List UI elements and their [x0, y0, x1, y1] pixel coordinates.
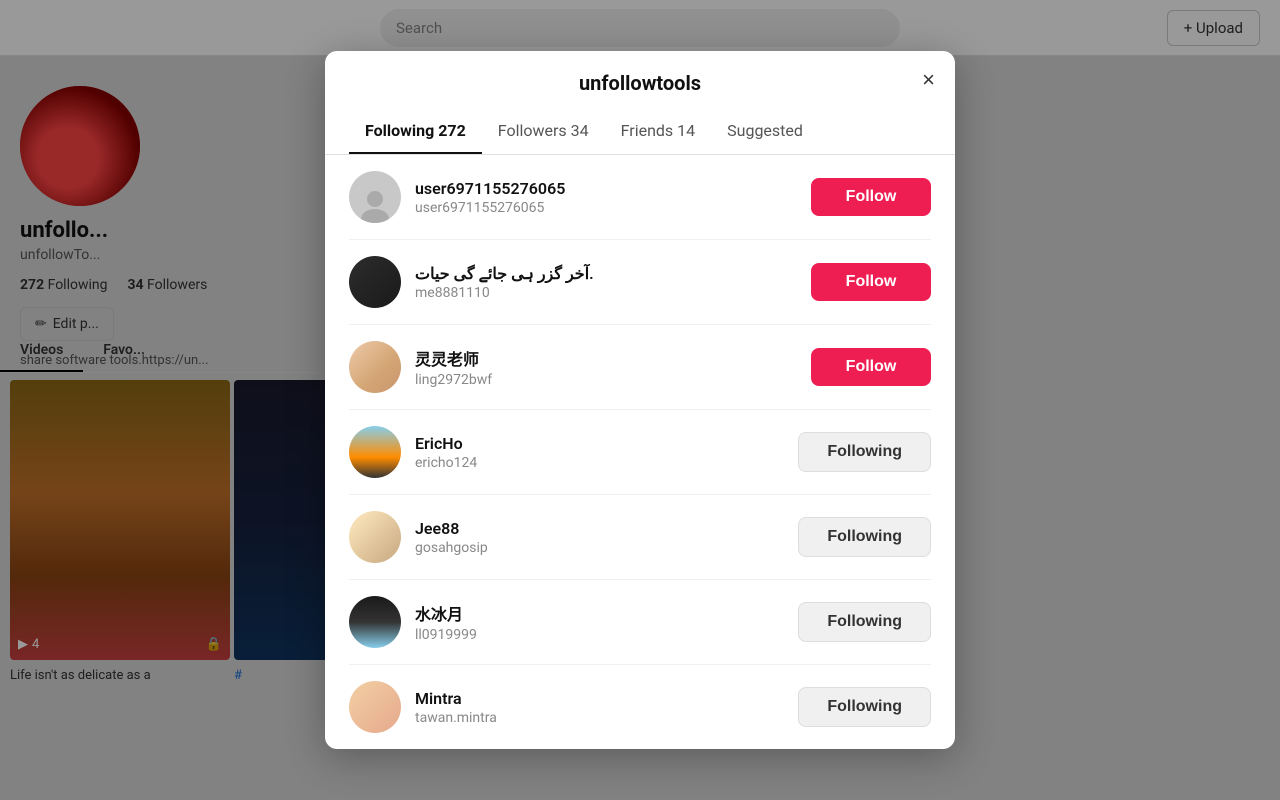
user-handle: ericho124 [415, 455, 784, 471]
tab-suggested[interactable]: Suggested [711, 109, 819, 154]
list-item: 灵灵老师 ling2972bwf Follow [349, 325, 931, 410]
user-name: Mintra [415, 689, 784, 708]
user-info: EricHo ericho124 [415, 434, 784, 471]
user-handle: gosahgosip [415, 540, 784, 556]
list-item: آخر گزر ہی جائے گی حیات. me8881110 Follow [349, 240, 931, 325]
avatar [349, 426, 401, 478]
following-button[interactable]: Following [798, 517, 931, 557]
user-handle: user6971155276065 [415, 200, 797, 216]
modal-title: unfollowtools [579, 71, 701, 95]
user-name: 灵灵老师 [415, 346, 797, 370]
close-button[interactable]: × [922, 69, 935, 91]
user-handle: me8881110 [415, 285, 797, 301]
list-item: Mintra tawan.mintra Following [349, 665, 931, 749]
avatar [349, 596, 401, 648]
modal-header: unfollowtools × [325, 51, 955, 95]
user-name: Jee88 [415, 519, 784, 538]
user-list: user6971155276065 user6971155276065 Follow… [325, 155, 955, 749]
list-item: 水冰月 ll0919999 Following [349, 580, 931, 665]
user-info: Mintra tawan.mintra [415, 689, 784, 726]
user-name: user6971155276065 [415, 179, 797, 198]
user-info: آخر گزر ہی جائے گی حیات. me8881110 [415, 264, 797, 301]
user-name: آخر گزر ہی جائے گی حیات. [415, 264, 797, 283]
user-info: 水冰月 ll0919999 [415, 601, 784, 643]
following-button[interactable]: Following [798, 432, 931, 472]
user-name: EricHo [415, 434, 784, 453]
avatar [349, 511, 401, 563]
list-item: EricHo ericho124 Following [349, 410, 931, 495]
user-info: user6971155276065 user6971155276065 [415, 179, 797, 216]
tab-following[interactable]: Following 272 [349, 109, 482, 154]
avatar [349, 256, 401, 308]
tab-friends[interactable]: Friends 14 [605, 109, 712, 154]
modal-tabs: Following 272 Followers 34 Friends 14 Su… [325, 109, 955, 155]
user-name: 水冰月 [415, 601, 784, 625]
follow-button[interactable]: Follow [811, 348, 931, 386]
tab-followers[interactable]: Followers 34 [482, 109, 605, 154]
user-info: Jee88 gosahgosip [415, 519, 784, 556]
avatar [349, 171, 401, 223]
following-modal: unfollowtools × Following 272 Followers … [325, 51, 955, 749]
user-handle: tawan.mintra [415, 710, 784, 726]
follow-button[interactable]: Follow [811, 178, 931, 216]
user-info: 灵灵老师 ling2972bwf [415, 346, 797, 388]
user-handle: ll0919999 [415, 627, 784, 643]
list-item: user6971155276065 user6971155276065 Follow [349, 155, 931, 240]
avatar [349, 341, 401, 393]
list-item: Jee88 gosahgosip Following [349, 495, 931, 580]
following-button[interactable]: Following [798, 602, 931, 642]
avatar [349, 681, 401, 733]
following-button[interactable]: Following [798, 687, 931, 727]
follow-button[interactable]: Follow [811, 263, 931, 301]
user-handle: ling2972bwf [415, 372, 797, 388]
